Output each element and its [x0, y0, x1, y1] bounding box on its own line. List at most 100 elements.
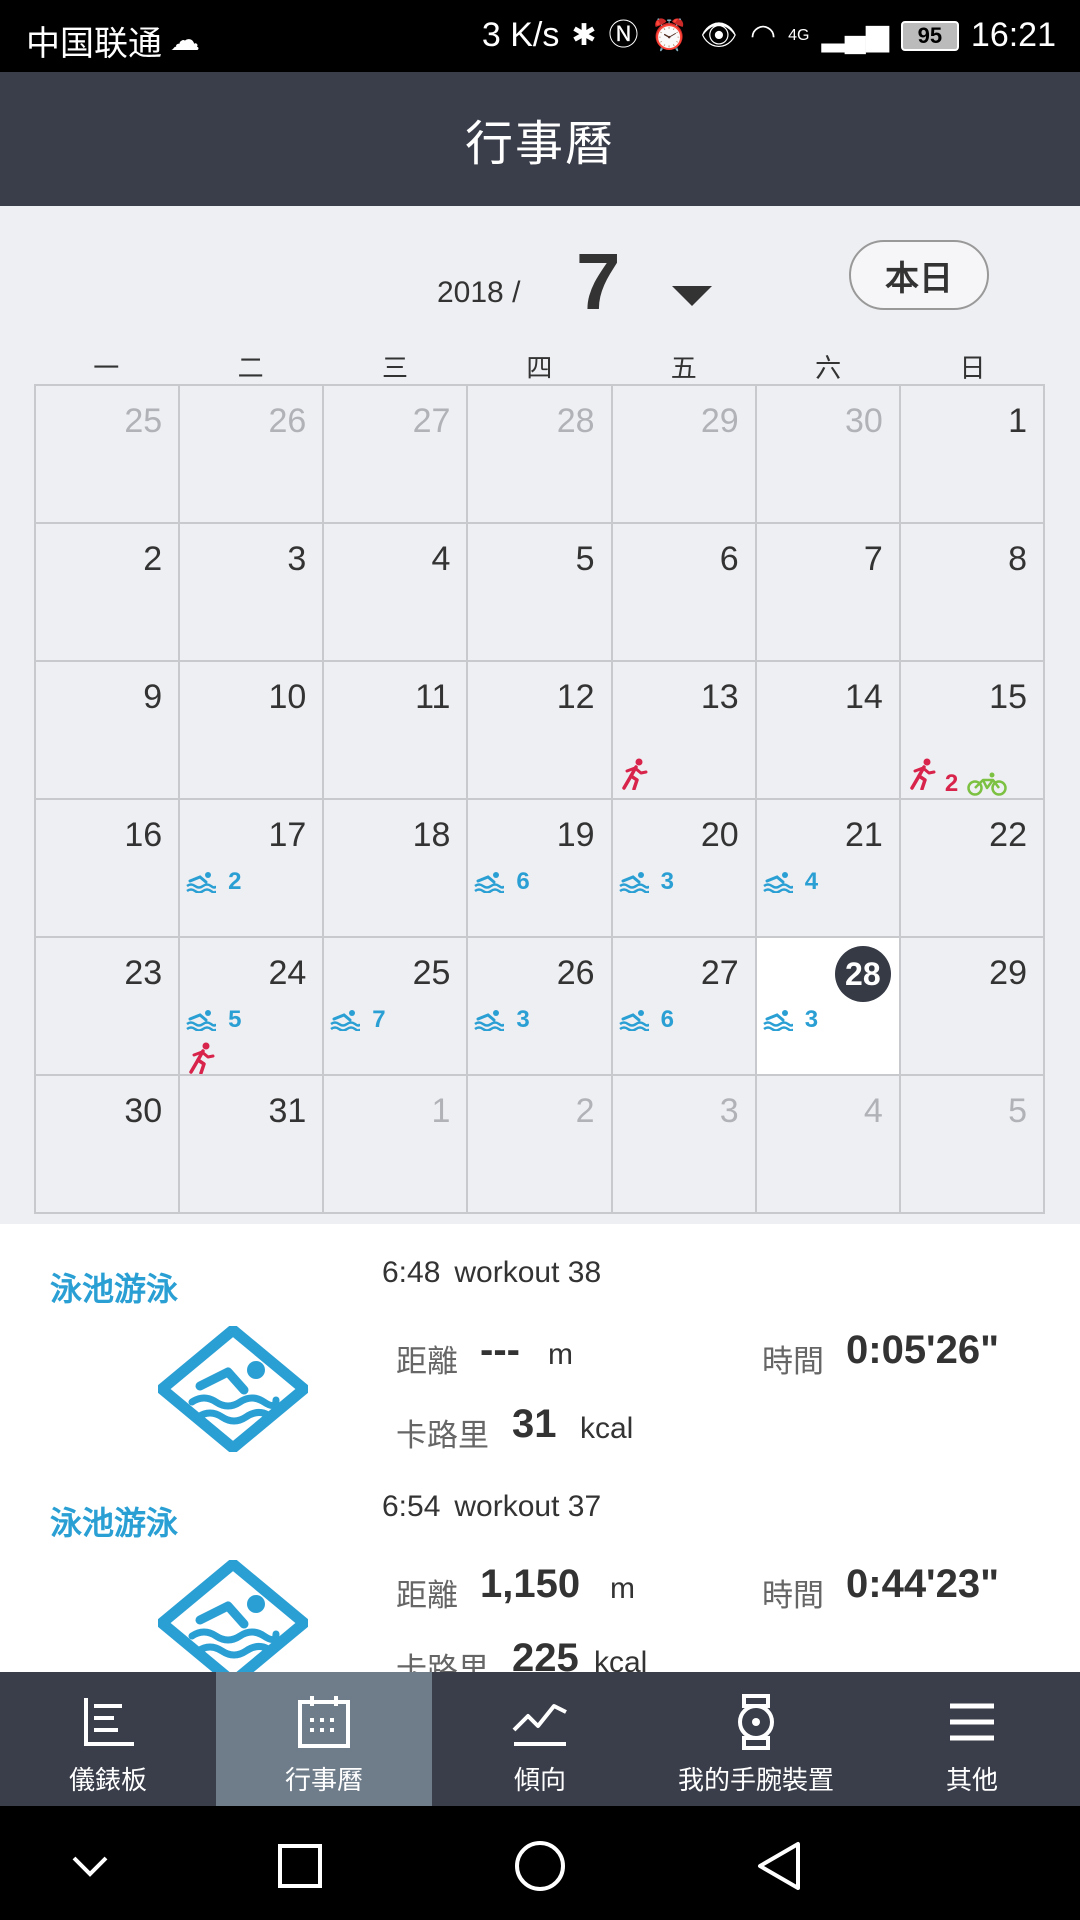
calendar-day-cell[interactable]: 29	[612, 386, 757, 524]
calendar-day-cell[interactable]: 7	[756, 524, 901, 662]
calendar-day-cell[interactable]: 5	[468, 524, 613, 662]
calendar: 2018 / 7 本日 一二三四五六日 25 26 27 28 29 30 1 2 3 4 5 6 7 8…	[0, 206, 1080, 1224]
calendar-day-cell[interactable]: 18	[324, 800, 469, 938]
calendar-day-cell[interactable]: 30	[756, 386, 901, 524]
calendar-day-cell[interactable]: 10	[180, 662, 325, 800]
nfc-icon: Ⓝ	[608, 18, 639, 52]
calendar-day-cell[interactable]: 22	[900, 800, 1045, 938]
calendar-day-cell[interactable]: 28	[468, 386, 613, 524]
day-number: 1	[431, 1092, 451, 1130]
activity-count: 3	[516, 1006, 530, 1033]
chevron-down-icon[interactable]	[60, 1836, 120, 1896]
day-number: 1	[1008, 402, 1027, 440]
day-number: 23	[124, 954, 163, 992]
calendar-day-cell[interactable]: 27	[324, 386, 469, 524]
calendar-day-cell[interactable]: 27 6	[612, 938, 757, 1076]
calendar-day-cell[interactable]: 31	[180, 1076, 325, 1214]
day-number: 18	[412, 816, 451, 854]
calendar-day-cell[interactable]: 28 3	[756, 938, 901, 1076]
calendar-day-cell[interactable]: 3	[180, 524, 325, 662]
distance-unit: m	[610, 1572, 635, 1605]
swim-activity-indicator: 3	[618, 868, 674, 896]
workout-item[interactable]: 泳池游泳 6:48 workout 38 距離 --- m 時間 0:05'26"…	[0, 1224, 1080, 1458]
calendar-day-cell[interactable]: 2	[468, 1076, 613, 1214]
calendar-day-cell[interactable]: 26	[180, 386, 325, 524]
running-icon	[189, 1042, 215, 1074]
calendar-day-cell[interactable]: 2	[36, 524, 181, 662]
workout-header: 6:54 workout 37	[382, 1490, 601, 1524]
calendar-day-cell[interactable]: 11	[324, 662, 469, 800]
calendar-day-cell[interactable]: 5	[900, 1076, 1045, 1214]
swim-icon	[762, 1010, 793, 1031]
workout-item[interactable]: 泳池游泳 6:54 workout 37 距離 1,150 m 時間 0:44'2…	[0, 1458, 1080, 1672]
bluetooth-icon: ✱	[571, 18, 597, 52]
day-number: 5	[1008, 1092, 1027, 1130]
nav-item-calendar[interactable]: 行事曆	[216, 1672, 432, 1806]
calendar-day-cell[interactable]: 23	[36, 938, 181, 1076]
calendar-day-cell[interactable]: 1	[900, 386, 1045, 524]
day-number: 12	[556, 678, 595, 716]
month-label[interactable]: 7	[576, 236, 621, 328]
nav-label: 行事曆	[284, 1765, 363, 1795]
calendar-day-cell[interactable]: 4	[756, 1076, 901, 1214]
calendar-week-row: 23 24 5 25 7 26 3 27 6 28 3 29	[36, 938, 1045, 1076]
calendar-day-cell[interactable]: 26 3	[468, 938, 613, 1076]
calendar-day-cell[interactable]: 20 3	[612, 800, 757, 938]
day-number: 2	[143, 540, 163, 578]
calendar-day-cell[interactable]: 13	[612, 662, 757, 800]
calories-value: 31	[512, 1402, 557, 1446]
calendar-day-cell[interactable]: 12	[468, 662, 613, 800]
signal-icon: ▂▄▆	[821, 18, 889, 52]
swim-icon	[186, 1010, 217, 1031]
day-number: 26	[268, 402, 307, 440]
calendar-day-cell[interactable]: 9	[36, 662, 181, 800]
clock: 16:21	[970, 16, 1056, 54]
chevron-down-icon[interactable]	[672, 286, 712, 306]
calendar-day-cell[interactable]: 30	[36, 1076, 181, 1214]
calendar-day-cell[interactable]: 15 2	[900, 662, 1045, 800]
recents-icon[interactable]	[270, 1836, 330, 1896]
day-number: 4	[863, 1092, 883, 1130]
calendar-day-cell[interactable]: 25	[36, 386, 181, 524]
swim-icon	[330, 1010, 361, 1031]
nav-item-trend[interactable]: 傾向	[432, 1672, 648, 1806]
day-number: 11	[415, 678, 451, 716]
nav-item-menu[interactable]: 其他	[864, 1672, 1080, 1806]
duration-value: 0:44'23"	[846, 1562, 1000, 1606]
calendar-day-cell[interactable]: 16	[36, 800, 181, 938]
today-button[interactable]: 本日	[849, 240, 989, 310]
activity-count: 6	[516, 868, 530, 895]
calendar-day-cell[interactable]: 1	[324, 1076, 469, 1214]
calendar-day-cell[interactable]: 19 6	[468, 800, 613, 938]
weekday-label: 五	[670, 353, 697, 383]
day-number: 31	[268, 1092, 307, 1130]
calendar-day-cell[interactable]: 29	[900, 938, 1045, 1076]
nav-item-watch[interactable]: 我的手腕裝置	[648, 1672, 864, 1806]
back-icon[interactable]	[750, 1836, 810, 1896]
day-number: 29	[989, 954, 1027, 992]
calendar-day-cell[interactable]: 25 7	[324, 938, 469, 1076]
calendar-day-cell[interactable]: 24 5	[180, 938, 325, 1076]
calendar-day-cell[interactable]: 14	[756, 662, 901, 800]
home-icon[interactable]	[510, 1836, 570, 1896]
weekday-label: 三	[381, 353, 408, 383]
calendar-day-cell[interactable]: 8	[900, 524, 1045, 662]
duration-value: 0:05'26"	[846, 1328, 1000, 1372]
calendar-day-cell[interactable]: 6	[612, 524, 757, 662]
calendar-day-cell[interactable]: 4	[324, 524, 469, 662]
calendar-day-cell[interactable]: 21 4	[756, 800, 901, 938]
workout-list: 泳池游泳 6:48 workout 38 距離 --- m 時間 0:05'26"…	[0, 1224, 1080, 1672]
swim-icon	[762, 872, 793, 893]
weekday-label: 日	[959, 353, 986, 383]
day-number: 8	[1008, 540, 1027, 578]
day-number: 7	[863, 540, 883, 578]
swim-icon	[618, 872, 649, 893]
activity-count: 5	[228, 1006, 242, 1033]
day-number: 2	[575, 1092, 595, 1130]
calendar-day-cell[interactable]: 3	[612, 1076, 757, 1214]
calendar-day-cell[interactable]: 17 2	[180, 800, 325, 938]
calendar-week-row: 30 31 1 2 3 4 5	[36, 1076, 1045, 1214]
workout-header: 6:48 workout 38	[382, 1256, 601, 1290]
day-number: 28	[556, 402, 595, 440]
nav-item-dashboard[interactable]: 儀錶板	[0, 1672, 216, 1806]
